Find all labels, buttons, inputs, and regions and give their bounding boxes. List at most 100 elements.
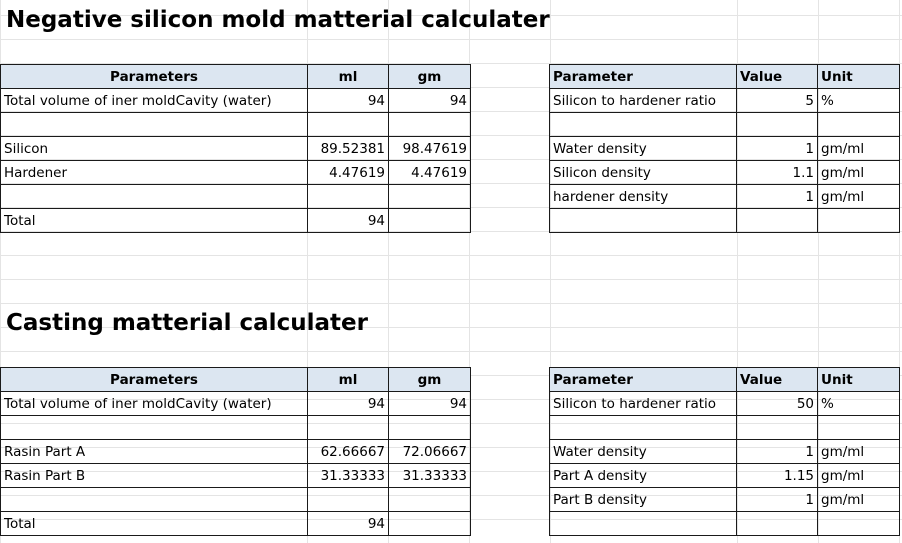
cell[interactable]: 98.47619: [388, 136, 471, 161]
cell[interactable]: Total volume of iner moldCavity (water): [0, 391, 308, 416]
cell[interactable]: 62.66667: [307, 439, 389, 464]
header-parameters[interactable]: Parameters: [0, 64, 308, 89]
cell[interactable]: 1: [736, 184, 818, 209]
cell[interactable]: [549, 415, 737, 440]
table-row: Silicon to hardener ratio 50 %: [549, 391, 900, 416]
table-row: Rasin Part A 62.66667 72.06667: [0, 439, 471, 464]
cell[interactable]: gm/ml: [817, 463, 900, 488]
cell[interactable]: Hardener: [0, 160, 308, 185]
cell[interactable]: 94: [307, 511, 389, 536]
table-row: [0, 487, 471, 512]
header-row: Parameter Value Unit: [549, 367, 900, 392]
cell[interactable]: gm/ml: [817, 136, 900, 161]
header-row: Parameters ml gm: [0, 64, 471, 89]
cell[interactable]: [388, 511, 471, 536]
cell[interactable]: 31.33333: [388, 463, 471, 488]
cell[interactable]: 72.06667: [388, 439, 471, 464]
section-title: Negative silicon mold matterial calculat…: [6, 7, 550, 33]
cell[interactable]: [549, 208, 737, 233]
cell[interactable]: hardener density: [549, 184, 737, 209]
cell[interactable]: Total: [0, 208, 308, 233]
cell[interactable]: 50: [736, 391, 818, 416]
cell[interactable]: 4.47619: [388, 160, 471, 185]
header-gm[interactable]: gm: [388, 64, 471, 89]
cell[interactable]: [388, 208, 471, 233]
cell[interactable]: [736, 415, 818, 440]
cell[interactable]: Part B density: [549, 487, 737, 512]
cell[interactable]: gm/ml: [817, 487, 900, 512]
cell[interactable]: 31.33333: [307, 463, 389, 488]
cell[interactable]: 5: [736, 88, 818, 113]
table-row: Water density 1 gm/ml: [549, 136, 900, 161]
cell[interactable]: [307, 487, 389, 512]
cell[interactable]: [388, 415, 471, 440]
cell[interactable]: [736, 208, 818, 233]
header-gm[interactable]: gm: [388, 367, 471, 392]
table-row: Hardener 4.47619 4.47619: [0, 160, 471, 185]
cell[interactable]: 1.1: [736, 160, 818, 185]
cell[interactable]: [736, 112, 818, 137]
table-row: Part B density 1 gm/ml: [549, 487, 900, 512]
cell[interactable]: 89.52381: [307, 136, 389, 161]
table-row: Water density 1 gm/ml: [549, 439, 900, 464]
cell[interactable]: %: [817, 88, 900, 113]
header-value[interactable]: Value: [736, 367, 818, 392]
header-row: Parameter Value Unit: [549, 64, 900, 89]
cell[interactable]: [0, 112, 308, 137]
header-parameter[interactable]: Parameter: [549, 64, 737, 89]
cell[interactable]: Silicon density: [549, 160, 737, 185]
cell[interactable]: Water density: [549, 136, 737, 161]
cell[interactable]: 94: [307, 88, 389, 113]
cell[interactable]: gm/ml: [817, 439, 900, 464]
cell[interactable]: [388, 487, 471, 512]
cell[interactable]: Silicon: [0, 136, 308, 161]
cell[interactable]: Total: [0, 511, 308, 536]
cell[interactable]: [0, 487, 308, 512]
cell[interactable]: 94: [388, 88, 471, 113]
table-row: [549, 208, 900, 233]
header-ml[interactable]: ml: [307, 64, 389, 89]
cell[interactable]: [388, 184, 471, 209]
cell[interactable]: Rasin Part A: [0, 439, 308, 464]
cell[interactable]: 4.47619: [307, 160, 389, 185]
cell[interactable]: [817, 415, 900, 440]
table-row: Total volume of iner moldCavity (water) …: [0, 391, 471, 416]
header-value[interactable]: Value: [736, 64, 818, 89]
cell[interactable]: Silicon to hardener ratio: [549, 88, 737, 113]
cell[interactable]: [736, 511, 818, 536]
cell[interactable]: [0, 415, 308, 440]
cell[interactable]: 1: [736, 439, 818, 464]
header-parameters[interactable]: Parameters: [0, 367, 308, 392]
cell[interactable]: Part A density: [549, 463, 737, 488]
cell[interactable]: [817, 208, 900, 233]
cell[interactable]: [307, 184, 389, 209]
cell[interactable]: [549, 511, 737, 536]
cell[interactable]: Silicon to hardener ratio: [549, 391, 737, 416]
cell[interactable]: 94: [307, 208, 389, 233]
table-row: Part A density 1.15 gm/ml: [549, 463, 900, 488]
cell[interactable]: 94: [307, 391, 389, 416]
cell[interactable]: gm/ml: [817, 184, 900, 209]
ratio-table: Parameter Value Unit Silicon to hardener…: [549, 367, 900, 536]
cell[interactable]: [388, 112, 471, 137]
cell[interactable]: [307, 415, 389, 440]
header-unit[interactable]: Unit: [817, 64, 900, 89]
parameters-table: Parameters ml gm Total volume of iner mo…: [0, 367, 471, 536]
cell[interactable]: [549, 112, 737, 137]
cell[interactable]: [817, 112, 900, 137]
cell[interactable]: [817, 511, 900, 536]
cell[interactable]: Rasin Part B: [0, 463, 308, 488]
cell[interactable]: gm/ml: [817, 160, 900, 185]
cell[interactable]: [0, 184, 308, 209]
cell[interactable]: 1.15: [736, 463, 818, 488]
cell[interactable]: Water density: [549, 439, 737, 464]
cell[interactable]: Total volume of iner moldCavity (water): [0, 88, 308, 113]
header-parameter[interactable]: Parameter: [549, 367, 737, 392]
header-ml[interactable]: ml: [307, 367, 389, 392]
cell[interactable]: 1: [736, 487, 818, 512]
cell[interactable]: 94: [388, 391, 471, 416]
header-unit[interactable]: Unit: [817, 367, 900, 392]
cell[interactable]: 1: [736, 136, 818, 161]
cell[interactable]: %: [817, 391, 900, 416]
cell[interactable]: [307, 112, 389, 137]
